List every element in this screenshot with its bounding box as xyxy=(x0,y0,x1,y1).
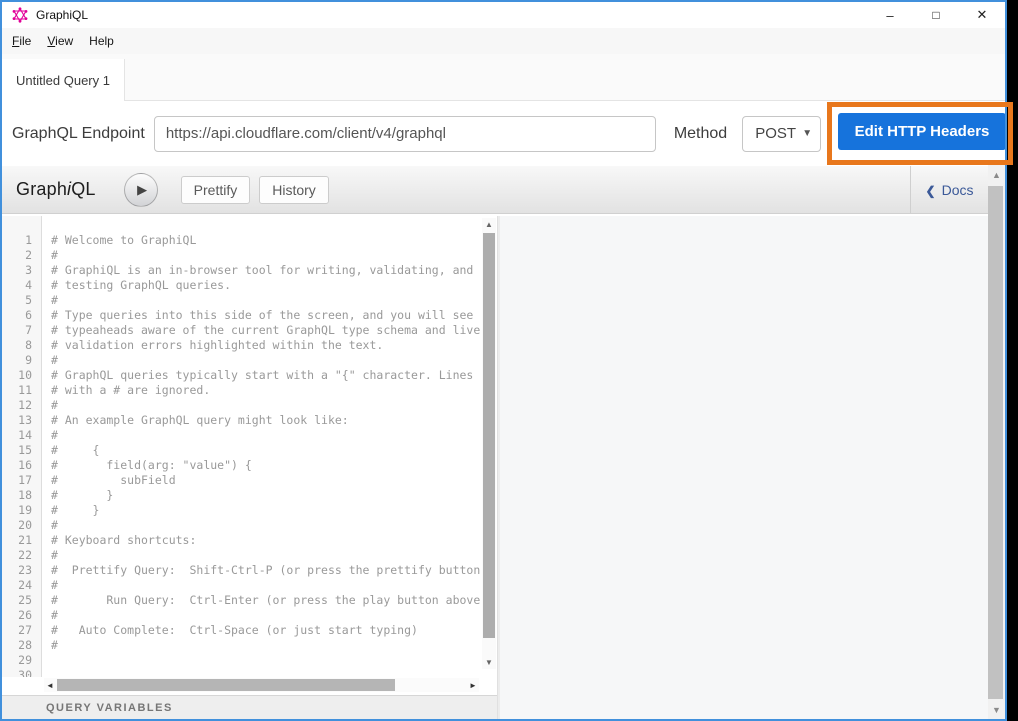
scroll-down-icon[interactable]: ▼ xyxy=(482,656,496,669)
endpoint-label: GraphQL Endpoint xyxy=(12,125,145,143)
query-editor[interactable]: 1234567891011121314151617181920212223242… xyxy=(2,216,497,695)
endpoint-row: GraphQL Endpoint Method POST ▼ Edit HTTP… xyxy=(2,101,1005,166)
method-value: POST xyxy=(755,125,796,142)
window-scroll-down-icon[interactable]: ▼ xyxy=(988,701,1005,718)
logo-graph: Graph xyxy=(16,179,67,199)
edit-http-headers-button[interactable]: Edit HTTP Headers xyxy=(838,113,1006,150)
minimize-icon: – xyxy=(886,8,893,23)
window-title: GraphiQL xyxy=(36,8,88,22)
menu-help-label: Help xyxy=(89,34,114,48)
docs-button[interactable]: Docs xyxy=(910,166,988,213)
tab-untitled-query-1[interactable]: Untitled Query 1 xyxy=(2,59,125,101)
code-content: # Welcome to GraphiQL## GraphiQL is an i… xyxy=(51,233,481,677)
line-number-gutter: 1234567891011121314151617181920212223242… xyxy=(2,216,42,677)
menu-view[interactable]: View xyxy=(39,30,81,52)
code-editor[interactable]: # Welcome to GraphiQL## GraphiQL is an i… xyxy=(43,216,481,677)
editor-hscroll-thumb[interactable] xyxy=(57,679,395,691)
method-label: Method xyxy=(674,125,727,143)
scroll-right-icon[interactable]: ► xyxy=(467,678,479,692)
chevron-left-icon xyxy=(926,182,942,198)
docs-label: Docs xyxy=(942,182,974,198)
menu-help[interactable]: Help xyxy=(81,30,122,52)
menu-file[interactable]: File xyxy=(4,30,39,52)
execute-query-button[interactable] xyxy=(124,173,158,207)
maximize-button[interactable]: □ xyxy=(913,2,959,28)
line-numbers: 1234567891011121314151617181920212223242… xyxy=(2,233,41,677)
chevron-down-icon: ▼ xyxy=(802,128,812,139)
menu-file-label: ile xyxy=(19,34,31,48)
query-variables-title: QUERY VARIABLES xyxy=(46,702,173,714)
query-pane: 1234567891011121314151617181920212223242… xyxy=(2,216,497,719)
window-scroll-up-icon[interactable]: ▲ xyxy=(988,166,1005,183)
tab-label: Untitled Query 1 xyxy=(16,73,110,88)
scroll-up-icon[interactable]: ▲ xyxy=(482,218,496,231)
endpoint-input[interactable] xyxy=(154,116,656,152)
window-scroll-thumb[interactable] xyxy=(988,186,1003,699)
history-button[interactable]: History xyxy=(259,176,329,204)
prettify-button[interactable]: Prettify xyxy=(181,176,251,204)
menu-bar: File View Help xyxy=(2,28,1005,54)
close-icon: ✕ xyxy=(977,7,988,23)
maximize-icon: □ xyxy=(932,8,939,22)
menu-view-accel: V xyxy=(47,34,55,48)
logo-ql: QL xyxy=(71,179,95,199)
play-icon xyxy=(134,181,147,199)
scroll-left-icon[interactable]: ◄ xyxy=(44,678,56,692)
editor-vertical-scrollbar[interactable]: ▲ ▼ xyxy=(482,218,496,669)
editor-horizontal-scrollbar[interactable]: ◄ ► xyxy=(44,678,479,692)
menu-view-label: iew xyxy=(55,34,73,48)
method-select[interactable]: POST ▼ xyxy=(742,116,821,152)
screenshot-root: GraphiQL – □ ✕ File View Help Untitled Q… xyxy=(0,0,1018,721)
editor-vscroll-thumb[interactable] xyxy=(483,233,495,638)
graphiql-logo: GraphiQL xyxy=(16,179,96,200)
minimize-button[interactable]: – xyxy=(867,2,913,28)
window-scrollbar[interactable]: ▲ ▼ xyxy=(988,164,1005,719)
main-area: 1234567891011121314151617181920212223242… xyxy=(2,216,1005,719)
title-bar: GraphiQL – □ ✕ xyxy=(2,2,1005,28)
window-controls: – □ ✕ xyxy=(867,2,1005,28)
result-panel xyxy=(500,216,1005,719)
query-variables-header[interactable]: QUERY VARIABLES xyxy=(2,695,497,719)
graphiql-toolbar: GraphiQL Prettify History Docs xyxy=(2,166,1005,214)
app-window: GraphiQL – □ ✕ File View Help Untitled Q… xyxy=(0,0,1007,721)
tab-strip: Untitled Query 1 xyxy=(2,54,1005,101)
close-button[interactable]: ✕ xyxy=(959,2,1005,28)
graphql-logo-icon xyxy=(12,7,28,23)
